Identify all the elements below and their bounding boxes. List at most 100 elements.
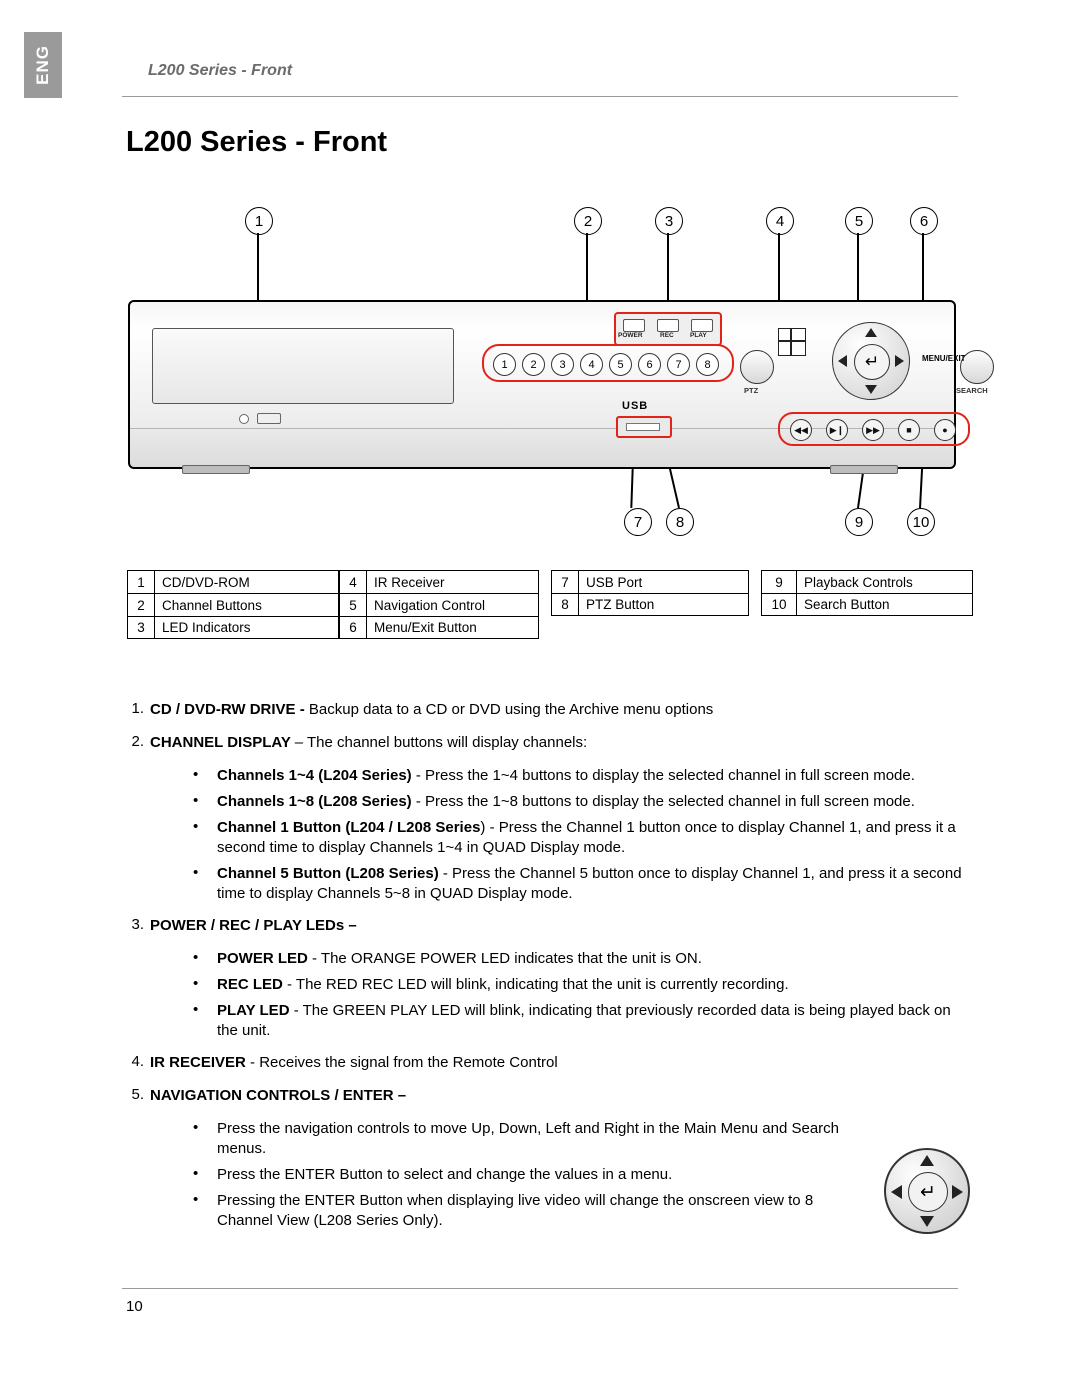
list-item: Channels 1~8 (L208 Series) - Press the 1… — [185, 791, 965, 812]
callout-7: 7 — [624, 508, 652, 536]
channel-button-6[interactable]: 6 — [638, 353, 661, 376]
stop-icon[interactable]: ■ — [898, 419, 920, 441]
nav-left-icon — [891, 1185, 902, 1199]
fast-forward-icon[interactable]: ▶▶ — [862, 419, 884, 441]
table-row: 7 USB Port — [551, 570, 749, 593]
item-number: 4. — [131, 1053, 144, 1070]
dvd-eject-button[interactable] — [257, 413, 281, 424]
cd-dvd-rom-slot — [152, 328, 454, 424]
list-item: Pressing the ENTER Button when displayin… — [185, 1190, 845, 1231]
item-text: NAVIGATION CONTROLS / ENTER – — [150, 1086, 965, 1106]
channel-button-2[interactable]: 2 — [522, 353, 545, 376]
channel-button-5[interactable]: 5 — [609, 353, 632, 376]
item-5-bullets: Press the navigation controls to move Up… — [185, 1118, 845, 1231]
table-row: 3 LED Indicators — [127, 616, 339, 639]
play-led-label: PLAY — [690, 332, 707, 339]
table-row: 1 CD/DVD-ROM — [127, 570, 339, 593]
legend-label: USB Port — [586, 574, 643, 590]
rec-led-label: REC — [660, 332, 674, 339]
navigation-control-illustration: ↵ — [884, 1148, 970, 1234]
table-row: 8 PTZ Button — [551, 593, 749, 616]
callout-1: 1 — [245, 207, 273, 235]
table-row: 4 IR Receiver — [339, 570, 539, 593]
list-item: Channel 5 Button (L208 Series) - Press t… — [185, 863, 965, 904]
table-row: 2 Channel Buttons — [127, 593, 339, 616]
nav-right-icon[interactable] — [895, 355, 904, 367]
item-text: POWER / REC / PLAY LEDs – — [150, 916, 965, 936]
item-number: 3. — [131, 916, 144, 933]
callout-10: 10 — [907, 508, 935, 536]
legend-number: 1 — [128, 571, 155, 593]
nav-down-icon — [920, 1216, 934, 1227]
search-label: SEARCH — [956, 386, 988, 395]
list-item: Channels 1~4 (L204 Series) - Press the 1… — [185, 765, 965, 786]
legend-label: IR Receiver — [374, 574, 445, 590]
table-row: 6 Menu/Exit Button — [339, 616, 539, 639]
item-4-rest: - Receives the signal from the Remote Co… — [245, 1054, 558, 1071]
page-title: L200 Series - Front — [126, 126, 388, 158]
bullet-rest: - Press the 1~8 buttons to display the s… — [411, 793, 915, 810]
item-number: 5. — [131, 1086, 144, 1103]
play-pause-icon[interactable]: ▶❙ — [826, 419, 848, 441]
ptz-button[interactable] — [740, 350, 774, 384]
enter-button[interactable]: ↵ — [854, 344, 890, 380]
nav-up-icon — [920, 1155, 934, 1166]
legend-label: Playback Controls — [804, 574, 913, 590]
item-2-bold: CHANNEL DISPLAY — [150, 734, 295, 751]
list-item-1: 1. CD / DVD-RW DRIVE - Backup data to a … — [0, 700, 1080, 720]
usb-port[interactable] — [616, 416, 672, 438]
power-led-icon — [623, 319, 645, 332]
record-icon[interactable]: ● — [934, 419, 956, 441]
led-indicator-cluster: POWER REC PLAY — [614, 312, 722, 346]
callout-4: 4 — [766, 207, 794, 235]
bullet-rest: Press the ENTER Button to select and cha… — [217, 1166, 673, 1183]
list-item-2: 2. CHANNEL DISPLAY – The channel buttons… — [0, 733, 1080, 753]
item-text: CHANNEL DISPLAY – The channel buttons wi… — [150, 733, 965, 753]
channel-button-8[interactable]: 8 — [696, 353, 719, 376]
list-item-5: 5. NAVIGATION CONTROLS / ENTER – — [0, 1086, 1080, 1106]
list-item-4: 4. IR RECEIVER - Receives the signal fro… — [0, 1053, 1080, 1073]
bullet-bold: PLAY LED — [217, 1002, 290, 1019]
legend-number: 9 — [762, 571, 797, 593]
document-page: ENG L200 Series - Front L200 Series - Fr… — [0, 0, 1080, 1397]
nav-down-icon[interactable] — [865, 385, 877, 394]
legend-number: 10 — [762, 594, 797, 615]
nav-up-icon[interactable] — [865, 328, 877, 337]
bullet-bold: Channel 5 Button (L208 Series) — [217, 865, 439, 882]
channel-button-3[interactable]: 3 — [551, 353, 574, 376]
item-3-bullets: POWER LED - The ORANGE POWER LED indicat… — [185, 948, 965, 1041]
item-2-bullets: Channels 1~4 (L204 Series) - Press the 1… — [185, 765, 965, 904]
page-number: 10 — [126, 1298, 143, 1315]
channel-button-4[interactable]: 4 — [580, 353, 603, 376]
list-item: Press the ENTER Button to select and cha… — [185, 1164, 845, 1185]
bullet-rest: Press the navigation controls to move Up… — [217, 1120, 840, 1157]
dvd-led-icon — [239, 414, 249, 424]
bullet-rest: - The GREEN PLAY LED will blink, indicat… — [217, 1002, 951, 1039]
bullet-bold: Channel 1 Button (L204 / L208 Series — [217, 819, 481, 836]
bullet-bold: Channels 1~8 (L208 Series) — [217, 793, 412, 810]
quad-display-icon — [778, 328, 806, 356]
table-row: 5 Navigation Control — [339, 593, 539, 616]
bullet-rest: - The RED REC LED will blink, indicating… — [282, 976, 789, 993]
rewind-icon[interactable]: ◀◀ — [790, 419, 812, 441]
bullet-bold: Channels 1~4 (L204 Series) — [217, 767, 412, 784]
legend-label: Channel Buttons — [162, 597, 262, 613]
power-led-label: POWER — [618, 332, 643, 339]
item-text: IR RECEIVER - Receives the signal from t… — [150, 1053, 965, 1073]
channel-button-7[interactable]: 7 — [667, 353, 690, 376]
legend-label: CD/DVD-ROM — [162, 574, 250, 590]
menu-exit-label: MENU/EXIT — [922, 354, 966, 363]
list-item: Channel 1 Button (L204 / L208 Series) - … — [185, 817, 965, 858]
item-1-rest: Backup data to a CD or DVD using the Arc… — [308, 701, 714, 718]
channel-button-1[interactable]: 1 — [493, 353, 516, 376]
legend-number: 5 — [340, 594, 367, 616]
legend-column-3: 7 USB Port 8 PTZ Button — [551, 570, 749, 616]
front-panel-diagram: 1 2 3 4 5 6 7 8 9 10 POWER REC PLAY 1 2 … — [0, 195, 1080, 555]
item-2-rest: – The channel buttons will display chann… — [294, 734, 588, 751]
legend-column-2: 4 IR Receiver 5 Navigation Control 6 Men… — [339, 570, 539, 639]
legend-number: 3 — [128, 617, 155, 638]
navigation-control[interactable]: ↵ — [832, 322, 910, 400]
item-text: CD / DVD-RW DRIVE - Backup data to a CD … — [150, 700, 965, 720]
legend-number: 7 — [552, 571, 579, 593]
nav-left-icon[interactable] — [838, 355, 847, 367]
